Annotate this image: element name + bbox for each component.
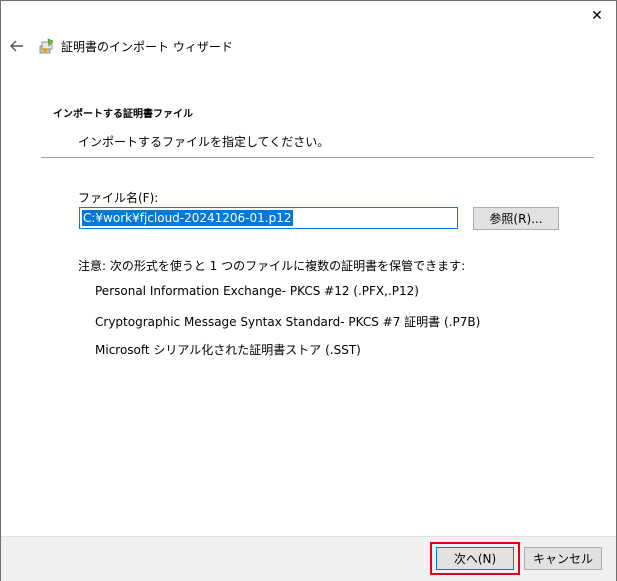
back-arrow-icon <box>10 40 23 52</box>
page-subheading: インポートするファイルを指定してください。 <box>78 135 330 149</box>
format-item-pfx: Personal Information Exchange- PKCS #12 … <box>95 284 419 298</box>
browse-button[interactable]: 参照(R)... <box>473 207 559 230</box>
cancel-button[interactable]: キャンセル <box>524 547 602 570</box>
file-name-value: C:¥work¥fjcloud-20241206-01.p12 <box>82 210 293 226</box>
file-name-input[interactable]: C:¥work¥fjcloud-20241206-01.p12 <box>79 207 458 229</box>
close-icon: ✕ <box>591 8 603 24</box>
wizard-footer: 次へ(N) キャンセル <box>1 536 616 581</box>
format-note: 注意: 次の形式を使うと 1 つのファイルに複数の証明書を保管できます: <box>78 259 466 273</box>
page-heading: インポートする証明書ファイル <box>53 109 193 120</box>
close-button[interactable]: ✕ <box>584 5 610 27</box>
back-button[interactable] <box>7 36 27 56</box>
header-divider <box>41 157 594 158</box>
format-item-p7b: Cryptographic Message Syntax Standard- P… <box>95 315 481 329</box>
certificate-wizard-icon <box>39 38 54 54</box>
file-name-label: ファイル名(F): <box>78 191 159 205</box>
wizard-title: 証明書のインポート ウィザード <box>61 40 233 54</box>
wizard-content: インポートする証明書ファイル インポートするファイルを指定してください。 ファイ… <box>19 73 616 536</box>
next-button[interactable]: 次へ(N) <box>436 547 514 570</box>
format-item-sst: Microsoft シリアル化された証明書ストア (.SST) <box>95 343 361 357</box>
certificate-import-wizard-window: ✕ 証明書のインポート ウィザード インポートする証明書ファイル インポートする… <box>0 0 617 581</box>
